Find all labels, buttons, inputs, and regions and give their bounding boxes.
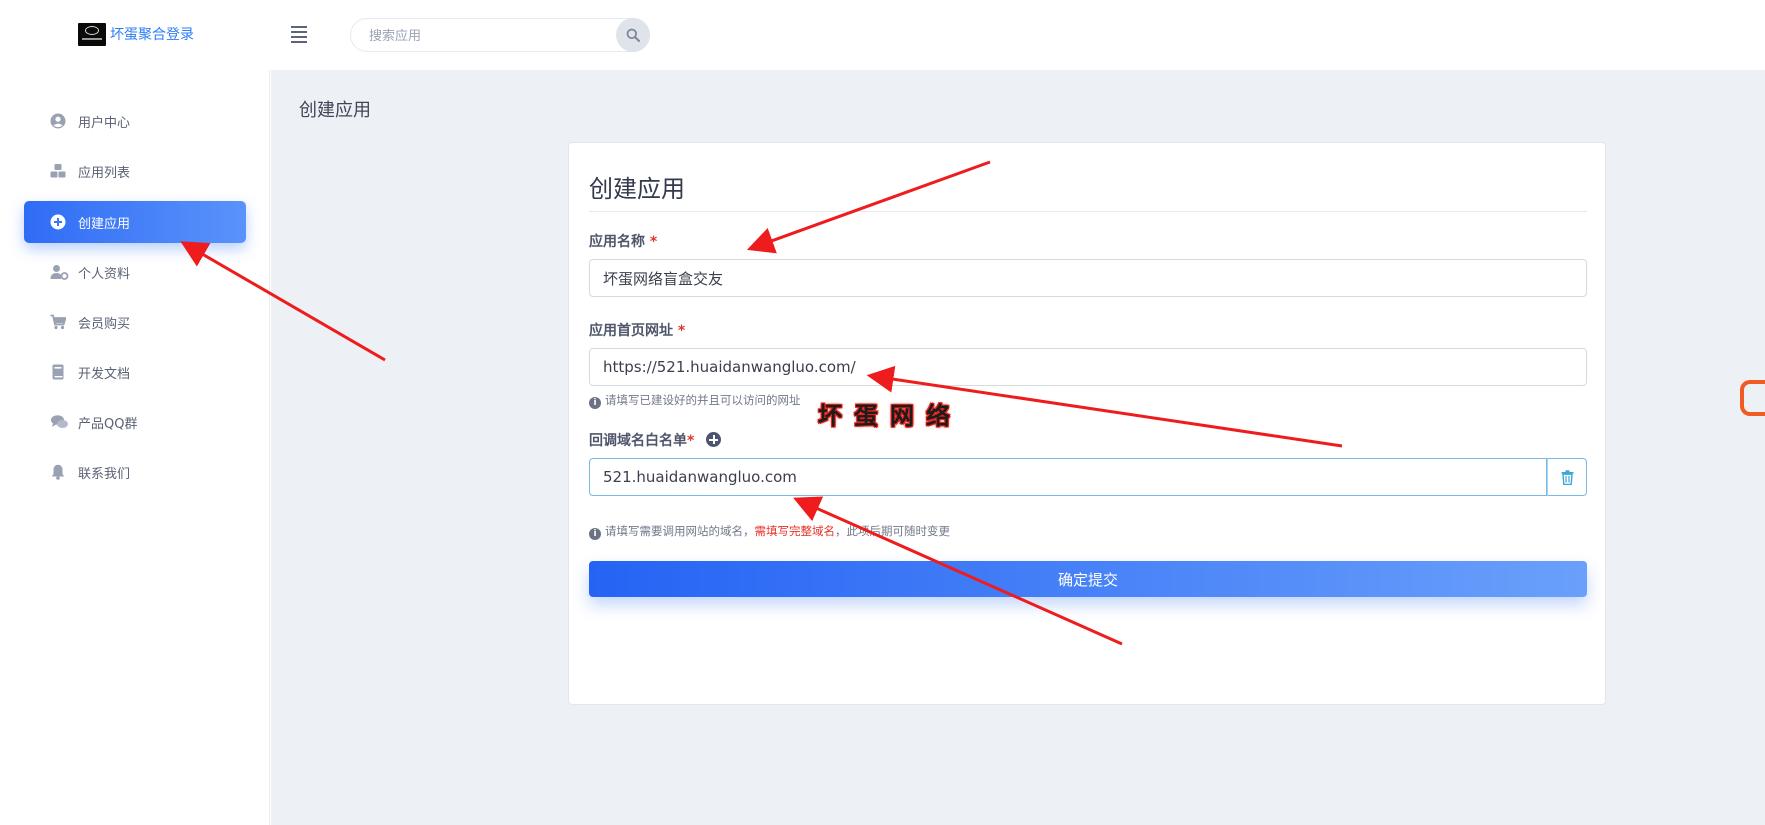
sidebar-item-label: 个人资料 (78, 267, 131, 282)
search-box (350, 18, 650, 52)
search-input[interactable] (369, 25, 599, 47)
info-icon: i (589, 397, 601, 409)
homepage-url-label-text: 应用首页网址 (589, 323, 673, 339)
sidebar-item-label: 产品QQ群 (78, 417, 138, 432)
sidebar-item-label: 开发文档 (78, 367, 131, 382)
brand-name[interactable]: 坏蛋聚合登录 (110, 24, 194, 44)
sidebar-item-label: 应用列表 (78, 166, 131, 181)
callback-help-suffix: ，此项后期可随时变更 (835, 524, 950, 538)
search-icon (626, 28, 640, 42)
sidebar-item-membership[interactable]: 会员购买 (24, 301, 246, 343)
callback-domain-input[interactable] (589, 458, 1547, 496)
cubes-icon (50, 164, 66, 178)
homepage-url-label: 应用首页网址 * (589, 320, 685, 340)
sidebar-item-label: 创建应用 (78, 217, 131, 232)
required-mark: * (649, 234, 658, 250)
book-icon (52, 364, 64, 380)
sidebar-item-dev-docs[interactable]: 开发文档 (24, 351, 246, 393)
app-name-label-text: 应用名称 (589, 234, 645, 250)
callback-help-warning: 需填写完整域名 (754, 524, 836, 538)
sidebar-item-label: 联系我们 (78, 467, 131, 482)
menu-toggle-icon[interactable] (290, 25, 310, 43)
sidebar-item-app-list[interactable]: 应用列表 (24, 150, 246, 192)
main-content: 创建应用 创建应用 应用名称 * 应用首页网址 * i 请填写已建设好的并且可以访… (271, 70, 1765, 825)
plus-circle-icon (50, 214, 66, 230)
callback-domain-help: i 请填写需要调用网站的域名，需填写完整域名，此项后期可随时变更 (589, 523, 950, 540)
required-mark: * (677, 323, 686, 339)
app-name-label: 应用名称 * (589, 231, 657, 251)
homepage-url-input[interactable] (589, 348, 1587, 386)
sidebar-item-profile[interactable]: 个人资料 (24, 251, 246, 293)
required-mark: * (687, 433, 695, 449)
sidebar-item-label: 用户中心 (78, 116, 131, 131)
sidebar-item-create-app[interactable]: 创建应用 (24, 201, 246, 243)
user-circle-icon (50, 113, 66, 129)
homepage-url-help-text: 请填写已建设好的并且可以访问的网址 (605, 393, 801, 407)
create-app-form-card: 创建应用 应用名称 * 应用首页网址 * i请填写已建设好的并且可以访问的网址 … (568, 142, 1606, 705)
delete-domain-button[interactable] (1547, 458, 1587, 496)
search-button[interactable] (616, 18, 650, 52)
user-gear-icon (50, 265, 69, 280)
add-domain-icon[interactable] (706, 432, 721, 447)
sidebar-item-label: 会员购买 (78, 317, 131, 332)
app-name-input[interactable] (589, 259, 1587, 297)
callback-help-prefix: 请填写需要调用网站的域名， (605, 524, 755, 538)
callback-domain-label-text: 回调域名白名单 (589, 433, 687, 449)
bell-icon (51, 464, 65, 480)
top-bar: 坏蛋聚合登录 (0, 0, 1765, 70)
sidebar-item-qq-group[interactable]: 产品QQ群 (24, 401, 246, 443)
sidebar-item-user-center[interactable]: 用户中心 (24, 100, 246, 142)
page-title: 创建应用 (299, 100, 371, 121)
watermark-text: 坏蛋网络 (818, 401, 962, 430)
sidebar-item-contact[interactable]: 联系我们 (24, 451, 246, 493)
comments-icon (51, 415, 68, 428)
info-icon: i (589, 528, 601, 540)
homepage-url-help: i 请填写已建设好的并且可以访问的网址 (589, 392, 801, 409)
cart-icon (50, 314, 66, 330)
callback-domain-label: 回调域名白名单* (589, 430, 694, 450)
form-title: 创建应用 (589, 175, 685, 203)
brand-logo-icon[interactable] (78, 23, 106, 46)
divider (589, 211, 1587, 212)
trash-icon (1561, 470, 1574, 485)
edge-logo-icon (1740, 380, 1765, 416)
sidebar: 用户中心 应用列表 创建应用 个人资料 会员购买 开发文档 产品QQ群 联系我们 (0, 70, 270, 825)
submit-button[interactable]: 确定提交 (589, 561, 1587, 597)
